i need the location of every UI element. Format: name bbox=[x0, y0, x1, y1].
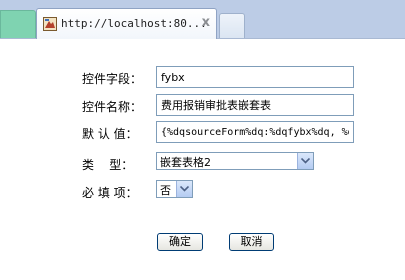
default-value-input[interactable] bbox=[156, 121, 354, 143]
tab-close-icon[interactable]: x bbox=[202, 15, 210, 31]
type-label: 类 型： bbox=[82, 158, 134, 172]
cancel-button[interactable]: 取消 bbox=[229, 233, 274, 251]
control-name-input[interactable] bbox=[156, 94, 354, 116]
browser-window: http://localhost:80... x 控件字段： 控件名称： 默 认… bbox=[0, 0, 405, 280]
ok-button[interactable]: 确定 bbox=[157, 233, 203, 251]
type-select-value: 嵌套表格2 bbox=[160, 156, 211, 169]
tab-previous[interactable] bbox=[0, 10, 36, 38]
field-row-control-field: 控件字段： bbox=[0, 66, 405, 90]
page-favicon-icon bbox=[43, 17, 57, 31]
required-label: 必 填 项： bbox=[82, 186, 138, 200]
type-dropdown-button[interactable] bbox=[297, 153, 313, 169]
control-field-label: 控件字段： bbox=[82, 72, 143, 86]
control-field-input[interactable] bbox=[156, 66, 354, 88]
field-row-type: 类 型： 嵌套表格2 bbox=[0, 152, 405, 176]
field-row-required: 必 填 项： 否 bbox=[0, 180, 405, 204]
tab-active[interactable]: http://localhost:80... x bbox=[36, 8, 217, 39]
field-row-default-value: 默 认 值： bbox=[0, 121, 405, 145]
required-select[interactable]: 否 bbox=[156, 180, 193, 198]
type-select[interactable]: 嵌套表格2 bbox=[156, 152, 314, 170]
default-value-label: 默 认 值： bbox=[82, 127, 138, 141]
field-row-control-name: 控件名称： bbox=[0, 94, 405, 118]
required-select-value: 否 bbox=[160, 184, 171, 197]
new-tab-button[interactable] bbox=[219, 13, 245, 38]
required-dropdown-button[interactable] bbox=[176, 181, 192, 197]
chevron-down-icon bbox=[180, 186, 189, 192]
chevron-down-icon bbox=[301, 158, 310, 164]
control-name-label: 控件名称： bbox=[82, 100, 143, 114]
tab-title: http://localhost:80... bbox=[61, 17, 207, 30]
tab-strip: http://localhost:80... x bbox=[0, 0, 405, 39]
